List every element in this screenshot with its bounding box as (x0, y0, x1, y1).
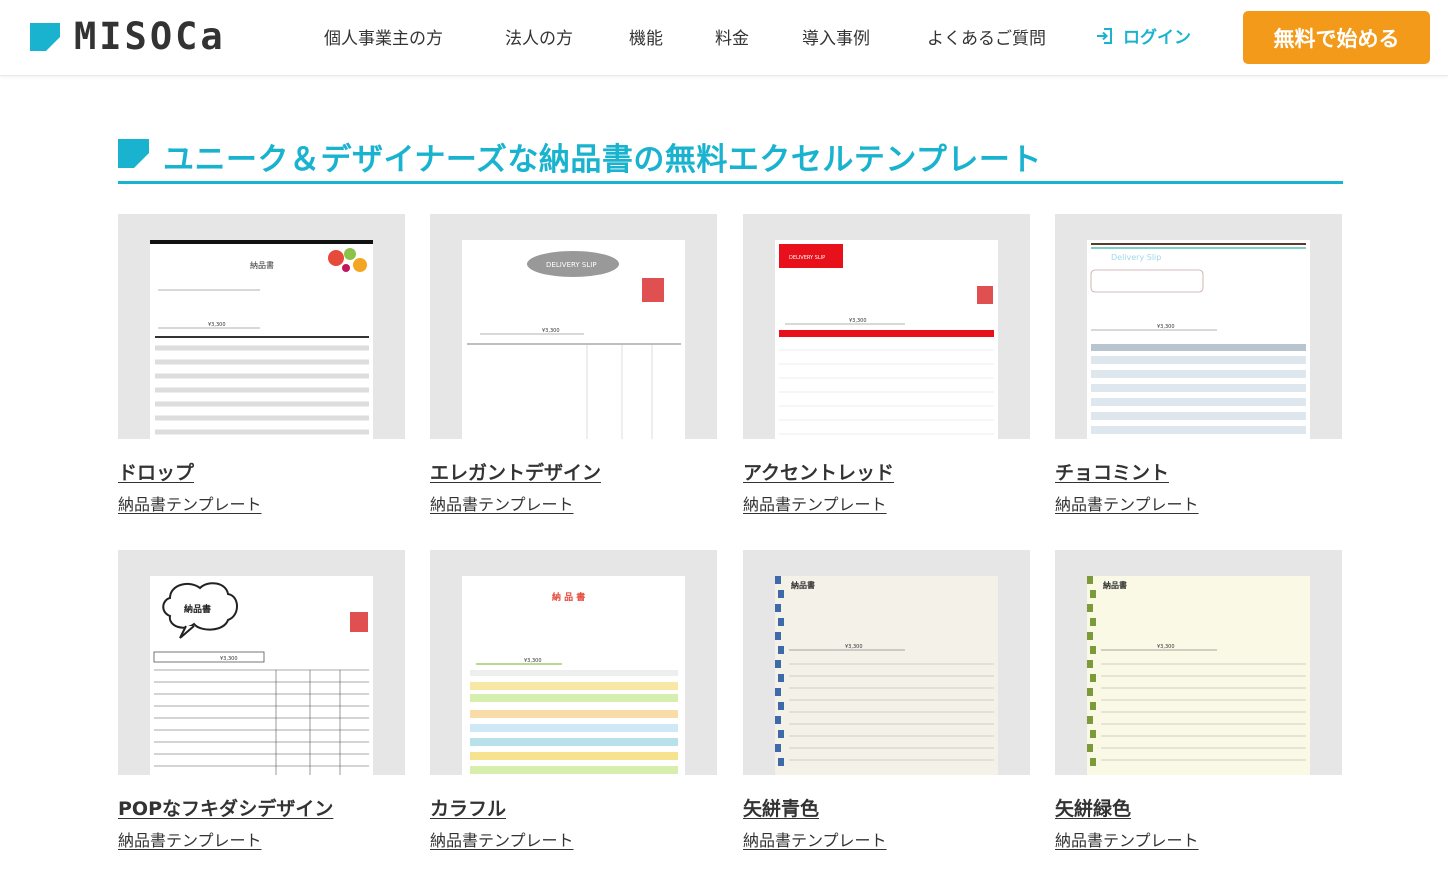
nav-faq[interactable]: よくあるご質問 (927, 24, 1046, 49)
accent-red-preview-icon: DELIVERY SLIP ¥3,300 (779, 244, 994, 435)
invoice-preview: 納 品 書 ¥3,300 (462, 576, 685, 775)
template-title[interactable]: ドロップ (118, 458, 194, 485)
template-card: 納品書 ¥3,300 POPなフキダシデザイン 納品書テンプレート (118, 550, 405, 851)
invoice-preview: Delivery Slip ¥3,300 (1087, 240, 1310, 439)
template-subtitle[interactable]: 納品書テンプレート (430, 827, 574, 851)
template-title[interactable]: カラフル (430, 794, 506, 821)
site-header: MISOCa 個人事業主の方 法人の方 機能 料金 導入事例 よくあるご質問 ロ… (0, 0, 1448, 76)
logo-mark-icon (30, 23, 60, 51)
template-card: 納品書 ¥3,300 ドロップ 納品書テンプレート (118, 214, 405, 515)
template-title[interactable]: チョコミント (1055, 458, 1169, 485)
template-thumbnail[interactable]: 納品書 ¥3,300 (743, 550, 1030, 775)
drop-preview-icon: 納品書 ¥3,300 (150, 240, 373, 435)
template-title[interactable]: アクセントレッド (743, 458, 894, 485)
section-heading: ユニーク＆デザイナーズな納品書の無料エクセルテンプレート (118, 134, 1343, 184)
preview-total: ¥3,300 (1157, 644, 1175, 650)
login-icon (1097, 27, 1112, 44)
template-subtitle[interactable]: 納品書テンプレート (1055, 491, 1199, 515)
preview-total: ¥3,300 (849, 318, 867, 324)
preview-title: 納品書 (1103, 580, 1127, 590)
start-free-button[interactable]: 無料で始める (1243, 11, 1430, 64)
preview-total: ¥3,300 (1157, 324, 1175, 330)
invoice-preview: 納品書 ¥3,300 (775, 576, 998, 775)
yagasuri-blue-preview-icon: 納品書 ¥3,300 (775, 576, 994, 766)
template-title[interactable]: エレガントデザイン (430, 458, 601, 485)
invoice-preview: 納品書 ¥3,300 (150, 240, 373, 439)
invoice-preview: DELIVERY SLIP ¥3,300 (775, 240, 998, 439)
nav-features[interactable]: 機能 (629, 24, 663, 49)
preview-total: ¥3,300 (845, 644, 863, 650)
nav-case-studies[interactable]: 導入事例 (802, 24, 870, 49)
template-card: 納品書 ¥3,300 矢絣青色 納品書テンプレート (743, 550, 1030, 851)
template-thumbnail[interactable]: DELIVERY SLIP ¥3,300 (743, 214, 1030, 439)
template-thumbnail[interactable]: DELIVERY SLIP ¥3,300 (430, 214, 717, 439)
template-subtitle[interactable]: 納品書テンプレート (1055, 827, 1199, 851)
invoice-preview: 納品書 ¥3,300 (1087, 576, 1310, 775)
misoca-logo[interactable]: MISOCa (30, 15, 226, 58)
template-card: DELIVERY SLIP ¥3,300 エレガントデザイン 納品書テンプレート (430, 214, 717, 515)
preview-title: 納品書 (250, 260, 274, 270)
preview-title: 納 品 書 (552, 591, 585, 603)
template-subtitle[interactable]: 納品書テンプレート (743, 491, 887, 515)
template-card: 納品書 ¥3,300 矢絣緑色 納品書テンプレート (1055, 550, 1342, 851)
template-title[interactable]: POPなフキダシデザイン (118, 794, 333, 821)
heading-mark-icon (118, 139, 149, 168)
nav-pricing[interactable]: 料金 (715, 24, 749, 49)
template-card: 納 品 書 ¥3,300 カラフル 納品書テンプレート (430, 550, 717, 851)
login-link[interactable]: ログイン (1095, 23, 1191, 48)
preview-title: 納品書 (791, 580, 815, 590)
preview-total: ¥3,300 (542, 328, 560, 334)
preview-title: Delivery Slip (1111, 253, 1161, 262)
template-card: DELIVERY SLIP ¥3,300 アクセントレッド 納品書テンプレート (743, 214, 1030, 515)
section-title: ユニーク＆デザイナーズな納品書の無料エクセルテンプレート (163, 142, 1042, 178)
nav-individual[interactable]: 個人事業主の方 (324, 24, 443, 49)
template-subtitle[interactable]: 納品書テンプレート (118, 827, 262, 851)
preview-title: 納品書 (184, 603, 211, 615)
elegant-preview-icon: DELIVERY SLIP ¥3,300 (467, 251, 681, 439)
template-title[interactable]: 矢絣青色 (743, 794, 819, 821)
preview-title: DELIVERY SLIP (789, 255, 825, 261)
preview-total: ¥3,300 (208, 322, 226, 328)
template-subtitle[interactable]: 納品書テンプレート (118, 491, 262, 515)
template-subtitle[interactable]: 納品書テンプレート (430, 491, 574, 515)
template-thumbnail[interactable]: 納品書 ¥3,300 (118, 550, 405, 775)
invoice-preview: DELIVERY SLIP ¥3,300 (462, 240, 685, 439)
preview-total: ¥3,300 (220, 656, 238, 662)
template-thumbnail[interactable]: 納品書 ¥3,300 (1055, 550, 1342, 775)
logo-text: MISOCa (74, 15, 226, 58)
nav-corporate[interactable]: 法人の方 (505, 24, 573, 49)
preview-total: ¥3,300 (524, 658, 542, 664)
template-thumbnail[interactable]: 納 品 書 ¥3,300 (430, 550, 717, 775)
yagasuri-green-preview-icon: 納品書 ¥3,300 (1087, 576, 1306, 766)
template-subtitle[interactable]: 納品書テンプレート (743, 827, 887, 851)
colorful-preview-icon: 納 品 書 ¥3,300 (470, 591, 678, 774)
template-card: Delivery Slip ¥3,300 チョコミント 納品書テンプレート (1055, 214, 1342, 515)
pop-speech-bubble-preview-icon: 納品書 ¥3,300 (153, 582, 369, 775)
preview-title: DELIVERY SLIP (546, 261, 597, 269)
login-label: ログイン (1123, 28, 1191, 48)
invoice-preview: 納品書 ¥3,300 (150, 576, 373, 775)
template-title[interactable]: 矢絣緑色 (1055, 794, 1131, 821)
choco-mint-preview-icon: Delivery Slip ¥3,300 (1090, 243, 1306, 434)
template-thumbnail[interactable]: Delivery Slip ¥3,300 (1055, 214, 1342, 439)
template-thumbnail[interactable]: 納品書 ¥3,300 (118, 214, 405, 439)
